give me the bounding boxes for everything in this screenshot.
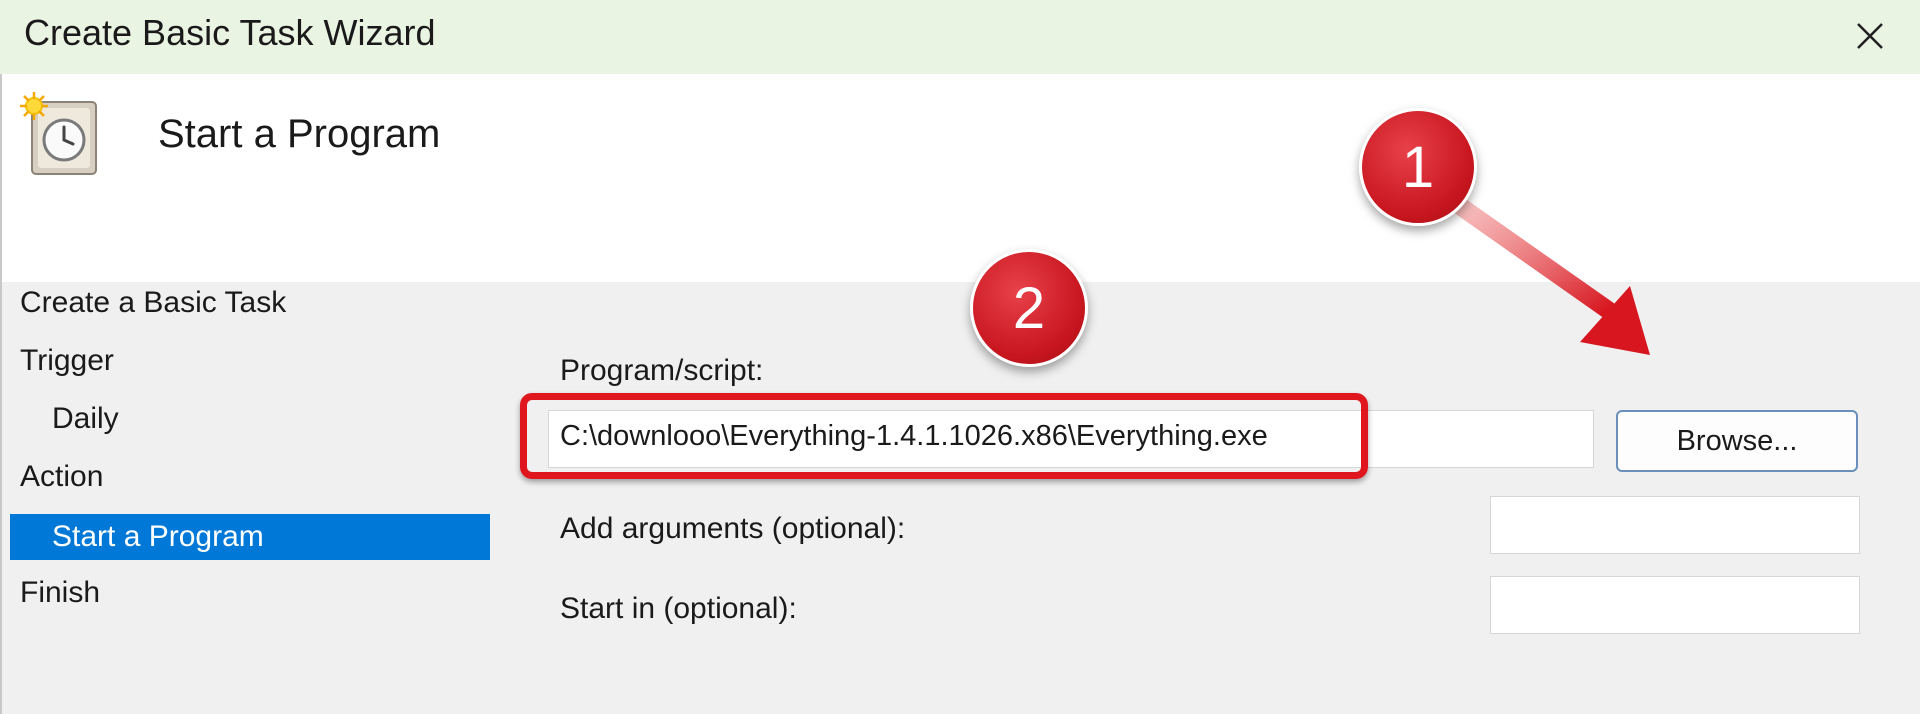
sidebar-item-create-basic-task[interactable]: Create a Basic Task [20,286,286,320]
page-title: Start a Program [158,112,441,156]
window-border [0,74,2,714]
annotation-badge-1: 1 [1359,108,1477,226]
program-script-label: Program/script: [560,354,764,387]
pointer-arrow [1451,197,1650,355]
start-in-label: Start in (optional): [560,592,797,625]
sidebar-item-label: Start a Program [52,520,264,553]
sidebar-item-finish[interactable]: Finish [20,576,100,610]
task-scheduler-clock-icon [20,92,97,175]
browse-button[interactable]: Browse... [1616,410,1858,472]
program-path-highlight [520,393,1368,479]
title-bar: Create Basic Task Wizard [0,0,1920,74]
sidebar-item-daily[interactable]: Daily [52,402,119,436]
close-icon [1857,23,1883,49]
sidebar-item-start-a-program[interactable]: Start a Program [10,514,490,560]
add-arguments-label: Add arguments (optional): [560,512,906,545]
window-title: Create Basic Task Wizard [24,12,436,53]
close-button[interactable] [1840,6,1900,66]
add-arguments-input[interactable] [1490,496,1860,554]
sidebar-item-action[interactable]: Action [20,460,103,494]
start-in-input[interactable] [1490,576,1860,634]
annotation-badge-2: 2 [970,249,1088,367]
sidebar-item-trigger[interactable]: Trigger [20,344,114,378]
